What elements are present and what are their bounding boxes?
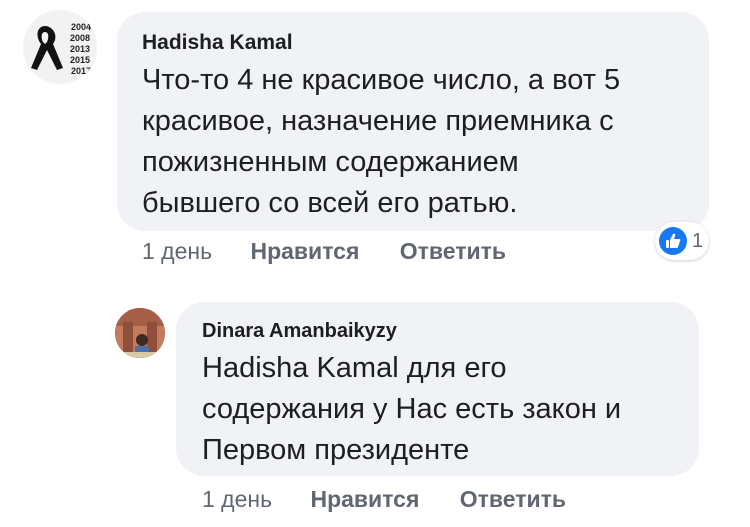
- avatar[interactable]: 2004 2008 2013 2015 2017: [23, 10, 97, 84]
- avatar-year: 2004: [71, 22, 91, 32]
- thumbs-up-icon: [659, 227, 687, 255]
- reply-button[interactable]: Ответить: [460, 486, 566, 512]
- reply-time[interactable]: 1 день: [202, 486, 272, 512]
- comment-text: Что-то 4 не красивое число, а вот 5 крас…: [142, 64, 621, 219]
- reply-actions: 1 день Нравится Ответить: [202, 486, 600, 513]
- reply-text: Hadisha Kamal для его содержания у Нас е…: [202, 352, 622, 466]
- reaction-count: 1: [692, 229, 704, 252]
- avatar-year: 2017: [71, 66, 91, 76]
- like-button[interactable]: Нравится: [250, 238, 359, 264]
- reply-author[interactable]: Dinara Amanbaikyzy: [202, 320, 397, 343]
- avatar-year: 2015: [70, 55, 90, 65]
- user-photo-icon: [115, 308, 165, 358]
- mourning-ribbon-icon: 2004 2008 2013 2015 2017: [31, 22, 91, 76]
- avatar[interactable]: [115, 308, 165, 358]
- comment-author[interactable]: Hadisha Kamal: [142, 31, 293, 55]
- avatar-year: 2008: [70, 33, 90, 43]
- comment-actions: 1 день Нравится Ответить: [142, 238, 540, 265]
- reply-button[interactable]: Ответить: [400, 238, 506, 264]
- avatar-year: 2013: [70, 44, 90, 54]
- like-button[interactable]: Нравится: [310, 486, 419, 512]
- comment-time[interactable]: 1 день: [142, 238, 212, 264]
- reaction-summary[interactable]: 1: [655, 222, 710, 260]
